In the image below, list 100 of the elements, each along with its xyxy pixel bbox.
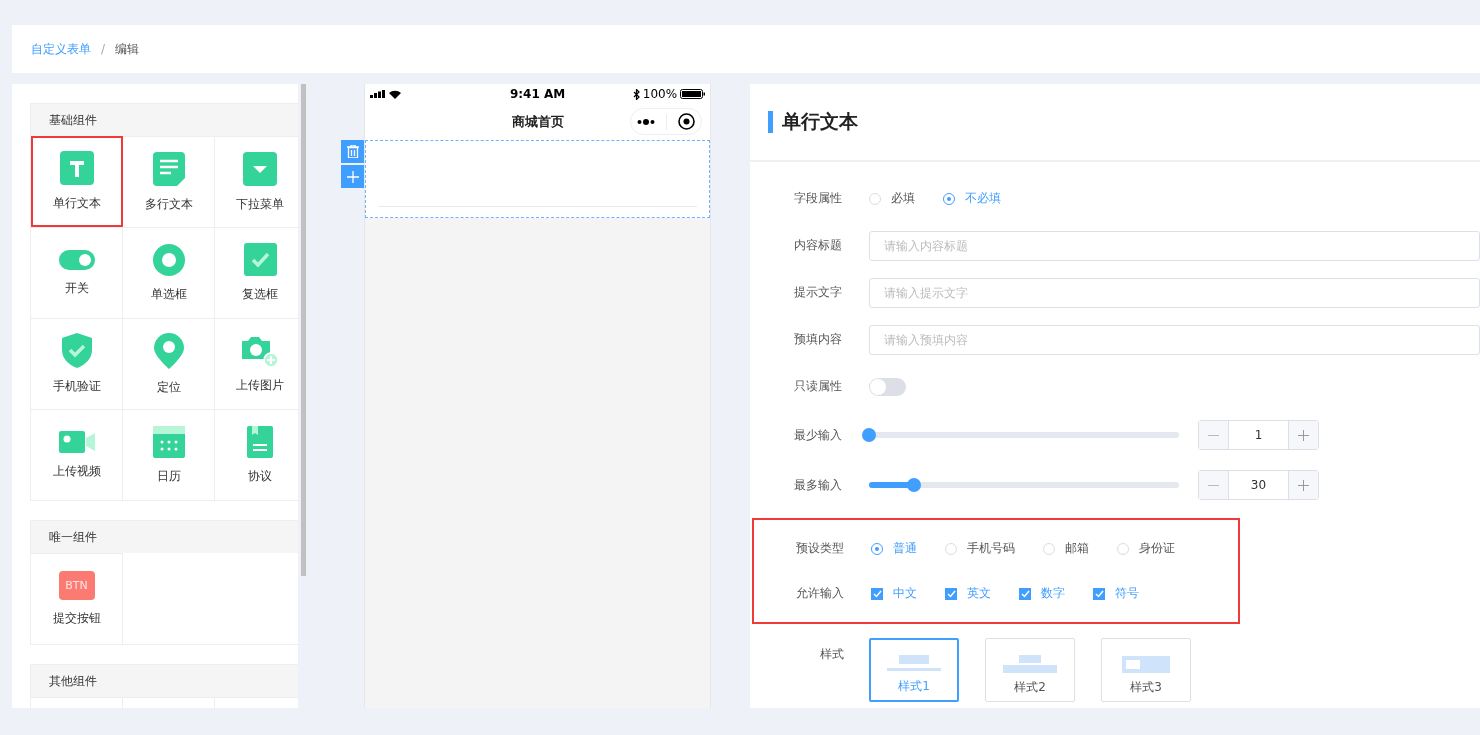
- component-label: 上传视频: [52, 462, 101, 480]
- component-label: 定位: [156, 378, 181, 396]
- slider-thumb[interactable]: [862, 428, 876, 442]
- document-icon: [152, 151, 185, 186]
- field-label: 允许输入: [796, 585, 845, 602]
- radio-option[interactable]: 邮箱: [1043, 540, 1089, 557]
- field-label: 预填内容: [794, 331, 843, 348]
- component-item[interactable]: 手机验证: [31, 318, 123, 409]
- component-item[interactable]: 定位: [123, 318, 215, 409]
- style-preview-icon: [1003, 655, 1057, 673]
- style-preview-icon: [1122, 656, 1170, 673]
- style-preview-icon: [887, 655, 941, 672]
- toggle-icon: [58, 249, 95, 270]
- page-title: 商城首页: [511, 113, 564, 131]
- field-label: 字段属性: [794, 190, 843, 207]
- radio-option[interactable]: 必填: [869, 190, 915, 207]
- delete-button[interactable]: [341, 140, 365, 163]
- scrollbar[interactable]: [300, 84, 307, 576]
- component-item[interactable]: 多行文本: [123, 136, 215, 227]
- field-label: 预设类型: [796, 540, 845, 557]
- component-label: 手机验证: [52, 378, 101, 395]
- increment-button[interactable]: [1289, 471, 1318, 499]
- panel-title: 单行文本: [782, 109, 858, 134]
- target-icon: [678, 113, 696, 130]
- component-label: 单行文本: [53, 195, 101, 212]
- style-label: 样式3: [1130, 679, 1162, 696]
- option-label: 普通: [893, 540, 917, 557]
- wifi-icon: [389, 89, 402, 99]
- field-label: 最少输入: [794, 426, 843, 444]
- component-label: 日历: [156, 467, 181, 485]
- selected-text-field[interactable]: [365, 140, 711, 218]
- plus-icon: [1298, 479, 1309, 491]
- book-icon: [247, 425, 273, 458]
- button-badge: BTN: [58, 571, 95, 600]
- component-label: 开关: [64, 279, 89, 297]
- more-icon: [636, 118, 655, 125]
- signal-icon: [370, 90, 387, 98]
- text-icon: [60, 151, 94, 185]
- radio-option[interactable]: 手机号码: [945, 540, 1015, 557]
- checkbox-icon: [243, 243, 277, 276]
- radio-icon: [152, 243, 185, 276]
- text-input[interactable]: 请输入提示文字: [869, 277, 1480, 308]
- dropdown-icon: [243, 151, 277, 186]
- slider-thumb[interactable]: [906, 478, 921, 492]
- component-label: 下拉菜单: [236, 195, 284, 213]
- section-header: 唯一组件: [31, 521, 298, 553]
- component-item[interactable]: 单选框: [123, 227, 215, 318]
- component-item[interactable]: 日历: [123, 409, 215, 500]
- text-input[interactable]: 请输入内容标题: [869, 230, 1480, 261]
- field-label: 只读属性: [794, 378, 843, 395]
- section-header: 基础组件: [31, 104, 298, 136]
- add-button[interactable]: [341, 165, 365, 188]
- option-label: 中文: [893, 585, 917, 602]
- style-option[interactable]: 样式2: [985, 638, 1075, 702]
- section-header: 其他组件: [31, 665, 298, 697]
- component-item[interactable]: BTN 提交按钮: [31, 553, 123, 644]
- component-item[interactable]: 开关: [31, 227, 123, 318]
- component-label: 协议: [248, 467, 272, 485]
- style-label: 样式2: [1014, 679, 1046, 696]
- option-label: 符号: [1115, 585, 1139, 602]
- plus-icon: [346, 170, 359, 183]
- video-camera-icon: [58, 430, 95, 453]
- component-item[interactable]: 上传视频: [31, 409, 123, 500]
- field-label: 最多输入: [794, 476, 843, 494]
- checkbox[interactable]: [1019, 587, 1031, 600]
- style-label: 样式1: [898, 678, 930, 695]
- checkbox[interactable]: [945, 587, 957, 600]
- option-label: 必填: [891, 190, 915, 207]
- bluetooth-icon: [632, 88, 640, 100]
- status-time: 9:41 AM: [509, 87, 566, 101]
- style-option[interactable]: 样式3: [1101, 638, 1191, 702]
- accent-bar: [768, 111, 773, 133]
- calendar-icon: [152, 425, 185, 458]
- trash-icon: [346, 145, 359, 158]
- option-label: 数字: [1041, 585, 1065, 602]
- minus-icon: [1208, 484, 1219, 486]
- component-label: 多行文本: [144, 195, 193, 213]
- field-label: 提示文字: [794, 284, 843, 301]
- toggle-switch[interactable]: [869, 377, 906, 396]
- breadcrumb-separator: /: [101, 42, 106, 56]
- minus-icon: [1208, 434, 1219, 436]
- component-label: 上传图片: [236, 376, 284, 394]
- field-label: 内容标题: [794, 237, 843, 254]
- option-label: 邮箱: [1065, 540, 1089, 557]
- radio-option[interactable]: 身份证: [1117, 540, 1175, 557]
- component-item[interactable]: 单行文本: [31, 136, 123, 227]
- battery-percent: 100%: [642, 87, 678, 101]
- breadcrumb-current: 编辑: [115, 40, 140, 58]
- checkbox[interactable]: [871, 587, 883, 600]
- text-input[interactable]: 请输入预填内容: [869, 324, 1480, 355]
- battery-icon: [680, 89, 706, 99]
- component-label: 单选框: [150, 285, 187, 303]
- option-label: 手机号码: [967, 540, 1015, 557]
- component-label: 提交按钮: [52, 610, 101, 627]
- component-label: 复选框: [242, 286, 278, 303]
- increment-button[interactable]: [1289, 421, 1318, 449]
- option-label: 不必填: [965, 190, 1001, 207]
- checkbox[interactable]: [1093, 587, 1105, 600]
- option-label: 身份证: [1139, 540, 1175, 557]
- plus-icon: [1298, 429, 1309, 441]
